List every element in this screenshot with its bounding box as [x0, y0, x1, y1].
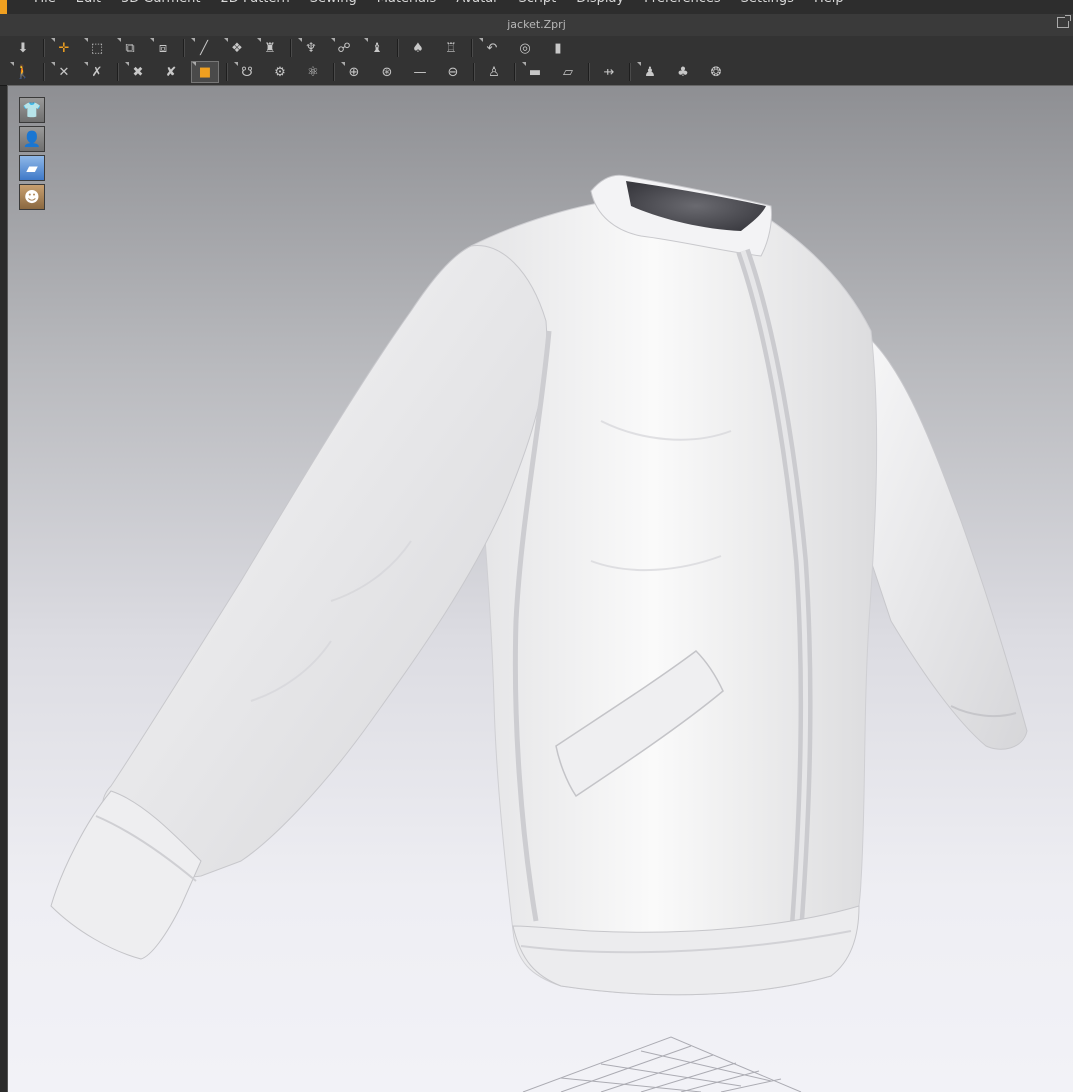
grid-sew-icon[interactable]: ⚛ [300, 62, 326, 82]
menu-item[interactable]: 3D Garment [121, 0, 201, 6]
simulation-down-arrow-icon[interactable]: ⬇ [10, 38, 36, 58]
menu-item[interactable]: Script [519, 0, 557, 6]
jacket-3d-model[interactable] [8, 86, 1073, 1092]
bar-icon[interactable]: ▮ [545, 38, 571, 58]
toolbar-separator [290, 39, 292, 57]
measure-icon[interactable]: ▬ [522, 62, 548, 82]
menu-item[interactable]: Display [576, 0, 624, 6]
select-mesh-box-icon[interactable]: ⬚ [84, 38, 110, 58]
shirt-icon[interactable]: ♣ [670, 62, 696, 82]
line-icon[interactable]: — [407, 62, 433, 82]
toolbar-separator [514, 63, 516, 81]
avatar-sync-icon[interactable]: ♆ [298, 38, 324, 58]
pin-icon[interactable]: ╱ [191, 38, 217, 58]
transform-box-icon[interactable]: ⧉ [117, 38, 143, 58]
3d-viewport[interactable]: 👕 👤 ▰ ☻ [7, 85, 1073, 1092]
button-add-icon[interactable]: ⊕ [341, 62, 367, 82]
select-move-icon[interactable]: ✛ [51, 38, 77, 58]
popout-icon[interactable] [1057, 15, 1071, 28]
toolbar-separator [333, 63, 335, 81]
menu-item[interactable]: Sewing [310, 0, 357, 6]
app-accent [0, 0, 7, 14]
button-round-icon[interactable]: ⊛ [374, 62, 400, 82]
box-select-icon[interactable]: ⧈ [150, 38, 176, 58]
buttonhole-icon[interactable]: ⚙ [267, 62, 293, 82]
window-title: jacket.Zprj [507, 18, 566, 31]
toolbar-separator [397, 39, 399, 57]
fold-arrange-icon[interactable]: ✖ [125, 62, 151, 82]
toolbar-separator [473, 63, 475, 81]
floor-grid [522, 1036, 802, 1092]
button-icon[interactable]: ☋ [234, 62, 260, 82]
toolbar-separator [117, 63, 119, 81]
lock-icon[interactable]: ⊖ [440, 62, 466, 82]
menu-item[interactable]: 2D Pattern [221, 0, 290, 6]
fold-tool-icon[interactable]: ✘ [158, 62, 184, 82]
menu-item[interactable]: File [34, 0, 56, 6]
symmetry-icon[interactable]: ⇸ [596, 62, 622, 82]
toolbar-separator [588, 63, 590, 81]
body-icon[interactable]: ♖ [438, 38, 464, 58]
topstitch-icon[interactable]: ♙ [481, 62, 507, 82]
garment-layer-icon[interactable]: ☍ [331, 38, 357, 58]
tack-point-icon[interactable]: ✕ [51, 62, 77, 82]
toolbar-separator [183, 39, 185, 57]
tack-tool-icon[interactable]: ✗ [84, 62, 110, 82]
toolbar-separator [471, 39, 473, 57]
toolbar-separator [43, 39, 45, 57]
menu-item[interactable]: Help [814, 0, 844, 6]
ring-icon[interactable]: ◎ [512, 38, 538, 58]
shirt-front-icon[interactable]: ♠ [405, 38, 431, 58]
zipper-icon[interactable]: ↶ [479, 38, 505, 58]
menu-item[interactable]: Settings [741, 0, 794, 6]
menu-bar: File Edit 3D Garment 2D Pattern Sewing Materi… [0, 0, 1073, 14]
steam-icon[interactable]: ♝ [364, 38, 390, 58]
menu-item[interactable]: Materials [377, 0, 437, 6]
tack-icon[interactable]: ❖ [224, 38, 250, 58]
left-sleeve [101, 244, 548, 878]
walk-avatar-icon[interactable]: 🚶 [10, 62, 36, 82]
garment-fold-icon[interactable]: ♜ [257, 38, 283, 58]
title-bar: jacket.Zprj [0, 14, 1073, 37]
menu-item[interactable]: Avatar [456, 0, 498, 6]
garment-fit-icon[interactable]: ♟ [637, 62, 663, 82]
toolbar-separator [629, 63, 631, 81]
toolbar-separator [226, 63, 228, 81]
pose-icon[interactable]: ❂ [703, 62, 729, 82]
right-sleeve [860, 329, 1028, 750]
toolbar-separator [43, 63, 45, 81]
menu-item[interactable]: Preferences [644, 0, 720, 6]
toolbar-row-1: ⬇ ✛ ⬚ ⧉ ⧈ ╱ ❖ ♜ ♆ ☍ ♝ ♠ ♖ ↶ ◎ ▮ [10, 36, 578, 60]
flat-measure-icon[interactable]: ▱ [555, 62, 581, 82]
menu-item[interactable]: Edit [76, 0, 101, 6]
toolbar-row-2: 🚶 ✕ ✗ ✖ ✘ ■ ☋ ⚙ ⚛ ⊕ ⊛ — ⊖ ♙ ▬ ▱ ⇸ ♟ ♣ ❂ [10, 60, 736, 84]
texture-edit-icon[interactable]: ■ [191, 61, 219, 83]
